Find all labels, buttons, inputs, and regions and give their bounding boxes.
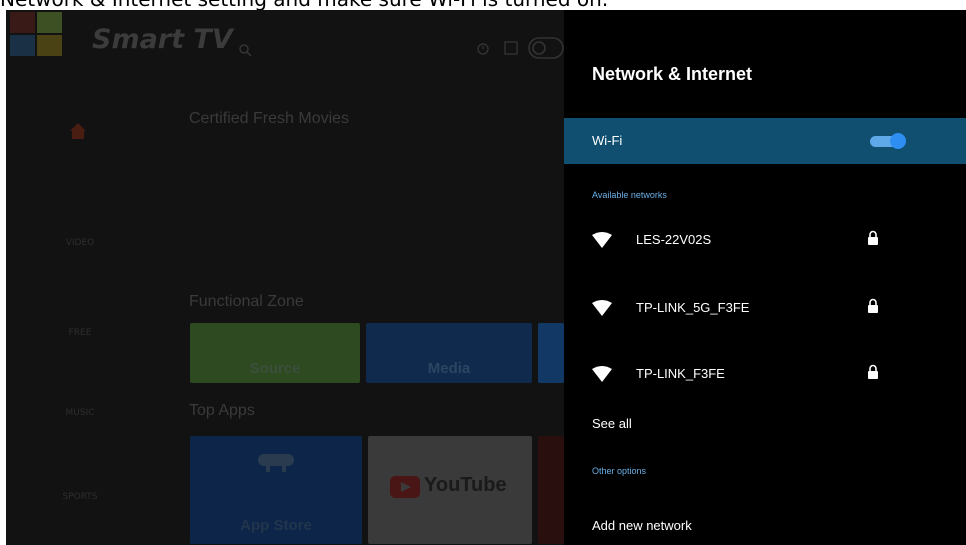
search-icon[interactable] <box>238 42 252 61</box>
sidebar-item-sports[interactable]: SPORTS <box>50 492 110 502</box>
timer-icon[interactable] <box>476 40 490 60</box>
other-options-heading: Other options <box>592 466 647 476</box>
sidebar-item-free[interactable]: FREE <box>50 328 110 338</box>
source-tile-label: Source <box>249 360 301 377</box>
network-item[interactable]: TP-LINK_F3FE <box>564 356 966 396</box>
network-name: LES-22V02S <box>636 232 712 247</box>
section-title-functional: Functional Zone <box>189 293 304 310</box>
media-tile[interactable]: Media <box>366 323 532 383</box>
network-name: TP-LINK_F3FE <box>636 366 725 381</box>
source-tile[interactable]: Source <box>190 323 360 383</box>
lock-icon <box>868 298 878 313</box>
toggle-switch-icon[interactable] <box>528 37 564 63</box>
instruction-caption: Network & Internet setting and make sure… <box>0 0 966 10</box>
instruction-text: Network & Internet setting and make sure… <box>0 0 608 10</box>
panel-title: Network & Internet <box>592 64 753 84</box>
lock-icon <box>868 230 878 245</box>
section-title-top-apps: Top Apps <box>189 402 255 419</box>
available-networks-heading: Available networks <box>592 190 667 200</box>
media-tile-label: Media <box>427 360 471 377</box>
lock-icon <box>868 364 878 379</box>
wifi-label: Wi-Fi <box>592 133 623 148</box>
add-new-network-button[interactable]: Add new network <box>592 518 692 533</box>
wifi-icon <box>592 366 612 382</box>
brand-logo <box>10 12 70 62</box>
wifi-icon <box>592 300 612 316</box>
youtube-tile[interactable]: YouTube <box>368 436 532 544</box>
home-icon[interactable] <box>69 122 87 140</box>
youtube-logo-icon <box>390 476 420 498</box>
input-icon[interactable] <box>503 40 519 60</box>
network-name: TP-LINK_5G_F3FE <box>636 300 750 315</box>
toggle-knob <box>890 133 906 149</box>
see-all-button[interactable]: See all <box>592 416 632 431</box>
network-item[interactable]: LES-22V02S <box>564 222 966 262</box>
network-item[interactable]: TP-LINK_5G_F3FE <box>564 290 966 330</box>
app-store-tile[interactable]: App Store <box>190 436 362 544</box>
network-settings-panel: Network & Internet Wi-Fi Available netwo… <box>564 10 966 545</box>
wifi-toggle-row[interactable]: Wi-Fi <box>564 118 966 164</box>
sidebar-item-video[interactable]: VIDEO <box>50 238 110 248</box>
extra-tile[interactable] <box>538 323 564 383</box>
app-store-tile-label: App Store <box>240 517 312 534</box>
wifi-icon <box>592 232 612 248</box>
wifi-toggle-switch[interactable] <box>870 133 906 149</box>
tv-screen: Smart TV VIDEO FREE MUSIC SPORTS Certifi… <box>6 10 966 545</box>
extra-app-tile[interactable] <box>538 436 564 544</box>
section-title-certified: Certified Fresh Movies <box>189 110 350 127</box>
youtube-tile-label: YouTube <box>424 474 507 496</box>
brand-name: Smart TV <box>92 24 233 55</box>
sidebar-item-music[interactable]: MUSIC <box>50 408 110 418</box>
app-store-icon <box>258 454 294 472</box>
